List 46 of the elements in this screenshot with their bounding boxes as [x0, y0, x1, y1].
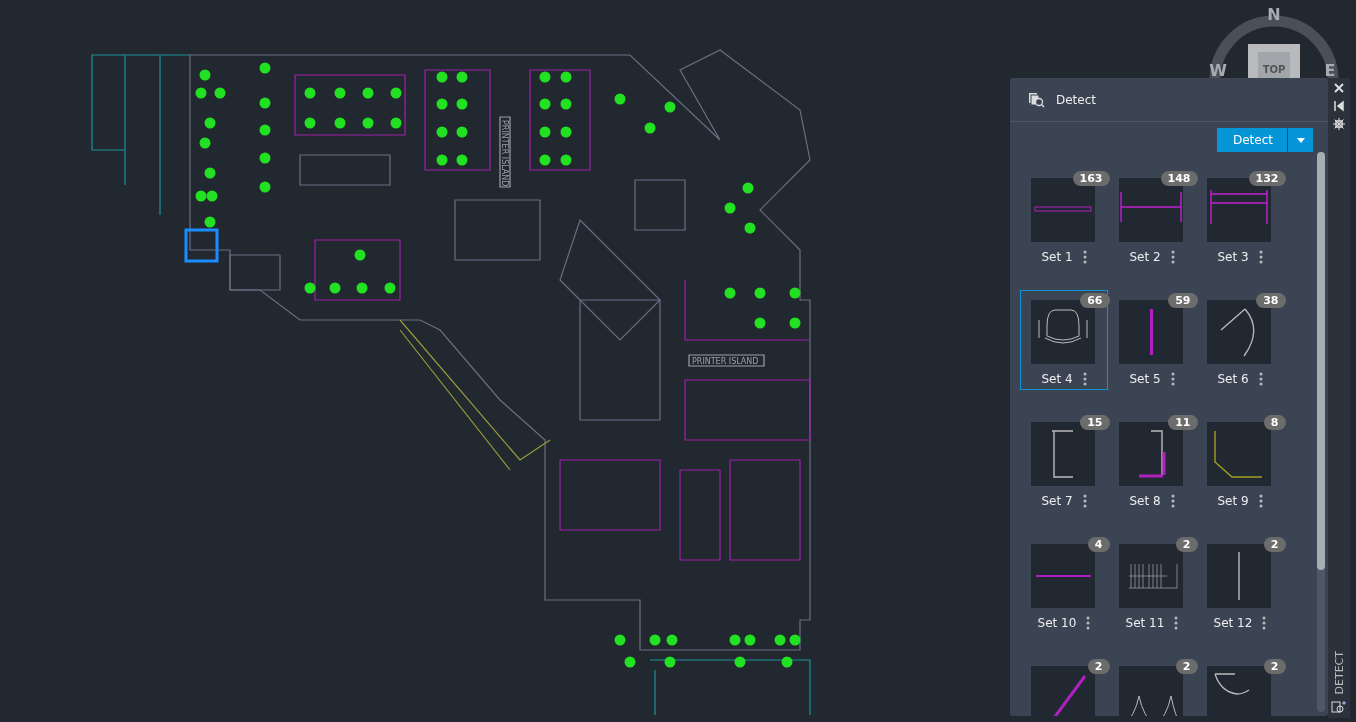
set-card[interactable]: 8 Set 9: [1196, 412, 1284, 512]
count-badge: 4: [1087, 537, 1110, 552]
set-name: Set 2: [1129, 250, 1161, 264]
count-badge: 2: [1175, 537, 1198, 552]
set-card[interactable]: 38 Set 6: [1196, 290, 1284, 390]
set-card[interactable]: 4 Set 10: [1020, 534, 1108, 634]
count-badge: 59: [1168, 293, 1198, 308]
set-card[interactable]: 2: [1020, 656, 1108, 716]
set-name: Set 6: [1217, 372, 1249, 386]
set-card[interactable]: 11 Set 8: [1108, 412, 1196, 512]
count-badge: 2: [1175, 659, 1198, 674]
set-card[interactable]: 59 Set 5: [1108, 290, 1196, 390]
set-name: Set 10: [1037, 616, 1077, 630]
count-badge: 11: [1168, 415, 1198, 430]
count-badge: 66: [1080, 293, 1110, 308]
set-name: Set 4: [1041, 372, 1073, 386]
panel-title: Detect: [1056, 93, 1096, 107]
side-tab[interactable]: DETECT: [1332, 650, 1346, 694]
set-name: Set 12: [1213, 616, 1253, 630]
set-card[interactable]: 66 Set 4: [1020, 290, 1108, 390]
set-card[interactable]: 2 Set 12: [1196, 534, 1284, 634]
set-name: Set 7: [1041, 494, 1073, 508]
count-badge: 8: [1263, 415, 1286, 430]
set-name: Set 1: [1041, 250, 1073, 264]
set-name: Set 5: [1129, 372, 1161, 386]
set-card[interactable]: 15 Set 7: [1020, 412, 1108, 512]
room-label: PRINTER ISLAND: [500, 120, 509, 187]
set-name: Set 8: [1129, 494, 1161, 508]
count-badge: 132: [1248, 171, 1286, 186]
count-badge: 38: [1256, 293, 1286, 308]
count-badge: 15: [1080, 415, 1110, 430]
set-card[interactable]: 163 Set 1: [1020, 168, 1108, 268]
count-badge: 2: [1263, 659, 1286, 674]
count-badge: 148: [1160, 171, 1198, 186]
set-card[interactable]: 148 Set 2: [1108, 168, 1196, 268]
set-name: Set 9: [1217, 494, 1249, 508]
count-badge: 2: [1263, 537, 1286, 552]
set-name: Set 11: [1125, 616, 1165, 630]
set-card[interactable]: 2 Set 11: [1108, 534, 1196, 634]
room-label: PRINTER ISLAND: [692, 357, 759, 366]
count-badge: 163: [1072, 171, 1110, 186]
set-name: Set 3: [1217, 250, 1249, 264]
count-badge: 2: [1087, 659, 1110, 674]
set-card[interactable]: 2: [1196, 656, 1284, 716]
set-card[interactable]: 132 Set 3: [1196, 168, 1284, 268]
set-card[interactable]: 2: [1108, 656, 1196, 716]
